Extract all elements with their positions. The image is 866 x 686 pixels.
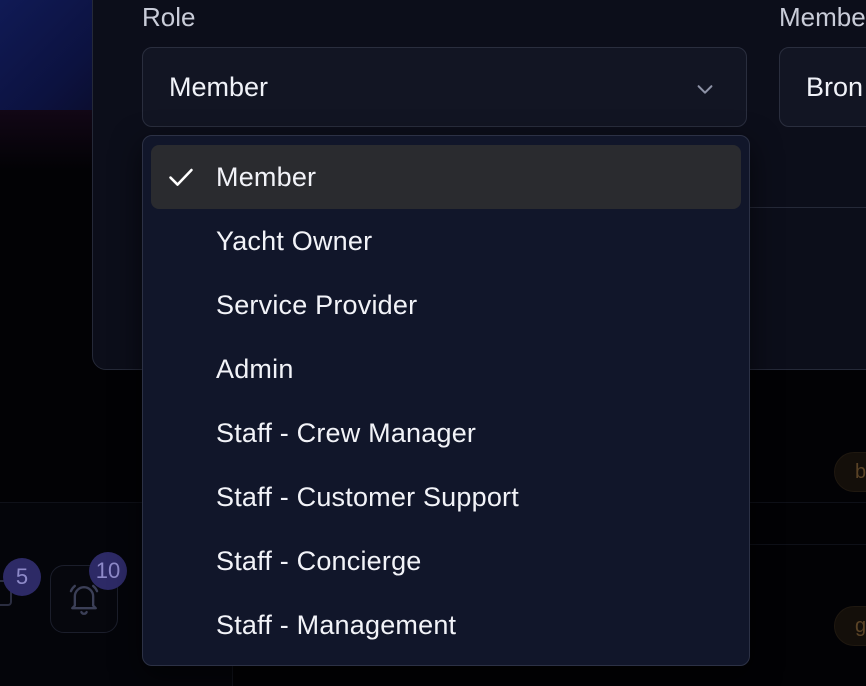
role-select[interactable]: Member	[142, 47, 747, 127]
role-option-staff-concierge[interactable]: Staff - Concierge	[151, 529, 741, 593]
membership-label: Membe	[779, 2, 866, 32]
role-dropdown-menu: Member Yacht Owner Service Provider Admi…	[142, 135, 750, 666]
chevron-down-icon	[697, 85, 713, 94]
role-option-staff-management[interactable]: Staff - Management	[151, 593, 741, 657]
membership-select-value: Bron	[806, 71, 864, 102]
modal-section-divider	[750, 207, 866, 208]
status-pill[interactable]: b	[834, 452, 866, 492]
option-label: Staff - Concierge	[216, 545, 422, 576]
message-count-badge: 5	[3, 558, 41, 596]
option-label: Staff - Crew Manager	[216, 417, 477, 448]
check-icon	[169, 168, 193, 186]
option-label: Service Provider	[216, 289, 418, 320]
role-option-yacht-owner[interactable]: Yacht Owner	[151, 209, 741, 273]
role-option-staff-crew-manager[interactable]: Staff - Crew Manager	[151, 401, 741, 465]
option-label: Admin	[216, 353, 294, 384]
app-stage: 5 10 b g Role Member Membe Bron Member Y…	[0, 0, 866, 686]
option-label: Staff - Customer Support	[216, 481, 519, 512]
membership-select[interactable]: Bron	[779, 47, 866, 127]
role-select-value: Member	[169, 71, 269, 102]
notification-count-badge: 10	[89, 552, 127, 590]
option-label: Member	[216, 161, 317, 192]
role-option-staff-customer-support[interactable]: Staff - Customer Support	[151, 465, 741, 529]
role-option-admin[interactable]: Admin	[151, 337, 741, 401]
role-label: Role	[142, 2, 196, 32]
role-option-member[interactable]: Member	[151, 145, 741, 209]
status-pill[interactable]: g	[834, 606, 866, 646]
role-option-service-provider[interactable]: Service Provider	[151, 273, 741, 337]
bell-icon	[69, 584, 99, 615]
option-label: Staff - Management	[216, 609, 457, 640]
option-label: Yacht Owner	[216, 225, 373, 256]
